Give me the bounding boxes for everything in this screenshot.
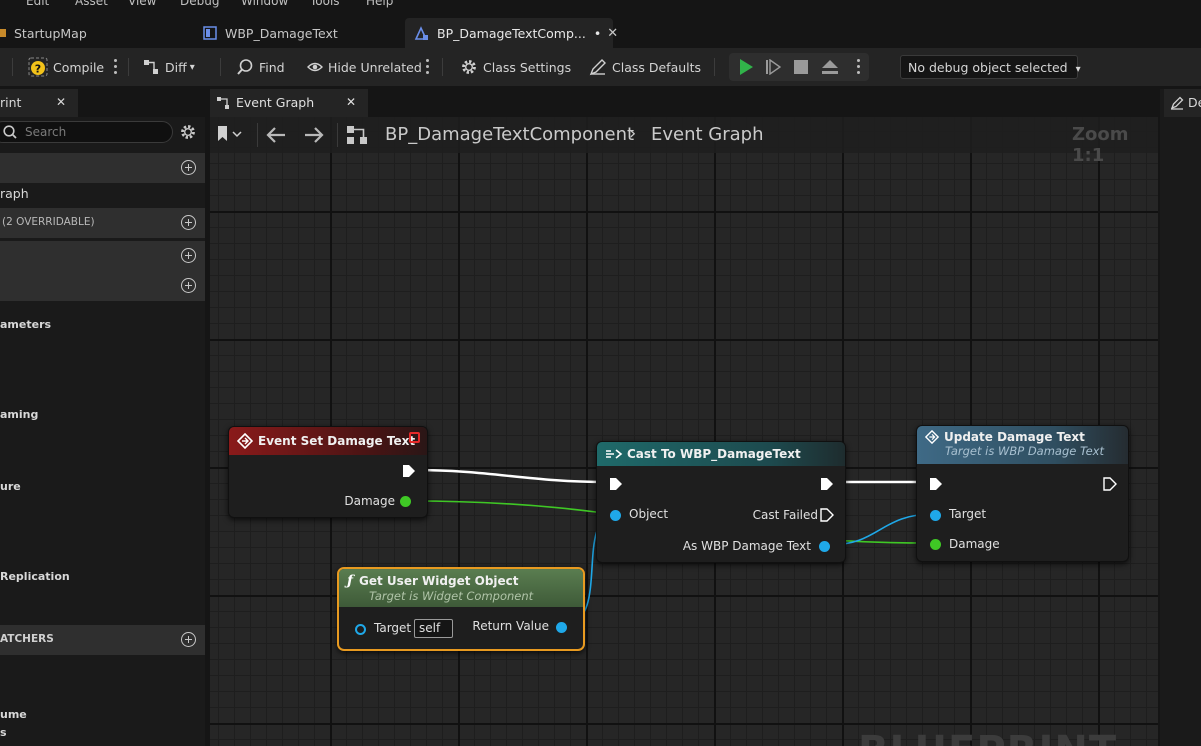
pin-label-object: Object	[629, 507, 669, 521]
object-pin-target-unconnected[interactable]	[355, 624, 366, 635]
node-subtitle: Target is WBP Damage Text	[945, 444, 1105, 458]
pin-label-damage: Damage	[344, 494, 395, 508]
node-header: Event Set Damage Text	[229, 427, 427, 455]
object-pin-out[interactable]	[819, 541, 830, 552]
update-damage-text-node[interactable]: Update Damage Text Target is WBP Damage …	[916, 425, 1129, 562]
event-icon	[237, 433, 253, 449]
object-pin-in[interactable]	[610, 510, 621, 521]
pin-label-return-value: Return Value	[472, 619, 549, 633]
tab-label: De	[1188, 95, 1201, 110]
float-pin-damage-out[interactable]	[400, 496, 411, 507]
exec-cast-failed-pin-icon[interactable]	[820, 508, 834, 522]
node-title: Update Damage Text	[944, 430, 1085, 444]
object-pin-target[interactable]	[930, 510, 941, 521]
delegate-pin-icon[interactable]	[409, 432, 420, 443]
node-title: Cast To WBP_DamageText	[627, 447, 801, 461]
event-set-damage-text-node[interactable]: Event Set Damage Text Damage	[228, 426, 428, 518]
pin-label-target: Target	[374, 621, 412, 635]
blueprint-watermark: BLUEPRINT	[858, 726, 1158, 746]
pin-label-cast-failed: Cast Failed	[752, 508, 818, 522]
pin-label-damage: Damage	[949, 537, 1000, 551]
exec-out-pin-icon[interactable]	[402, 464, 416, 478]
exec-in-pin-icon[interactable]	[609, 477, 623, 491]
details-panel: De	[1160, 89, 1201, 746]
target-default-input[interactable]: self	[414, 619, 453, 638]
event-call-icon	[925, 430, 939, 444]
node-title: Get User Widget Object	[359, 574, 519, 588]
get-user-widget-object-node[interactable]: ƒ Get User Widget Object Target is Widge…	[337, 567, 585, 651]
node-header: Update Damage Text Target is WBP Damage …	[917, 426, 1128, 464]
exec-in-pin-icon[interactable]	[929, 477, 943, 491]
cast-icon	[606, 449, 623, 459]
exec-wire-event-to-cast[interactable]	[413, 468, 607, 484]
exec-out-pin-icon[interactable]	[1103, 477, 1117, 491]
details-tab[interactable]: De	[1164, 89, 1201, 117]
cast-to-wbp-damagetext-node[interactable]: Cast To WBP_DamageText Object Cast Faile…	[596, 441, 846, 563]
node-title: Event Set Damage Text	[258, 434, 416, 448]
function-icon: ƒ	[347, 573, 354, 589]
wire-layer	[409, 468, 935, 626]
exec-out-pin-icon[interactable]	[820, 477, 834, 491]
target-default-value: self	[419, 621, 441, 635]
float-pin-damage-in[interactable]	[930, 539, 941, 550]
watermark-text: BLUEPRINT	[858, 728, 1117, 746]
node-subtitle: Target is Widget Component	[369, 589, 534, 603]
pin-label-target: Target	[949, 507, 987, 521]
node-header: ƒ Get User Widget Object Target is Widge…	[339, 569, 583, 607]
node-header: Cast To WBP_DamageText	[597, 442, 845, 466]
details-icon	[1170, 96, 1184, 110]
object-pin-return-value[interactable]	[556, 622, 567, 633]
pin-label-as-wbp-damage-text: As WBP Damage Text	[682, 539, 811, 553]
